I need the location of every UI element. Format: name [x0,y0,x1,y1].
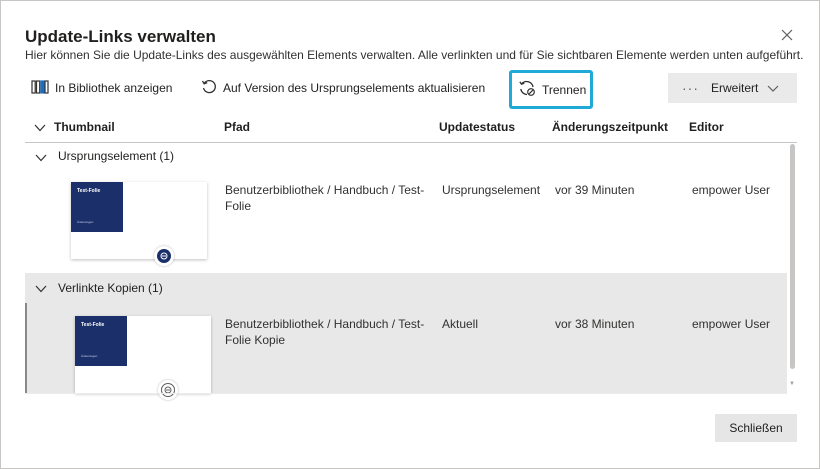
scroll-down-arrow-icon[interactable]: ▼ [789,381,795,387]
refresh-icon [201,79,223,98]
table-row[interactable]: Test-Folie Änderungen Benutzerbibliothek… [25,171,787,271]
link-badge-icon [158,380,178,400]
path-cell: Benutzerbibliothek / Handbuch / Test-Fol… [225,183,425,213]
column-header-editor[interactable]: Editor [689,120,724,134]
unlink-icon [518,79,542,100]
group-label: Verlinkte Kopien (1) [58,281,163,295]
chevron-down-icon [35,152,47,166]
show-in-library-button[interactable]: In Bibliothek anzeigen [31,73,172,103]
status-cell: Aktuell [442,317,479,331]
slide-thumbnail: Test-Folie Änderungen [71,182,207,266]
path-cell: Benutzerbibliothek / Handbuch / Test-Fol… [225,317,425,347]
collapse-all-chevron-icon[interactable] [34,122,46,136]
group-label: Ursprungselement (1) [58,149,175,163]
show-in-library-label: In Bibliothek anzeigen [55,81,173,95]
advanced-label: Erweitert [711,81,759,95]
group-header-linked-copies[interactable]: Verlinkte Kopien (1) [25,273,787,303]
disconnect-button[interactable]: Trennen [509,70,593,109]
more-icon: ··· [682,80,699,96]
slide-title: Test-Folie [81,322,105,328]
group-header-origin[interactable]: Ursprungselement (1) [25,142,787,170]
update-to-origin-button[interactable]: Auf Version des Ursprungselements aktual… [201,73,485,103]
changed-cell: vor 39 Minuten [555,183,635,197]
slide-title: Test-Folie [77,188,101,194]
update-links-dialog: Update-Links verwalten Hier können Sie d… [0,0,820,469]
library-icon [31,79,55,98]
slide-subtitle: Änderungen [81,354,98,358]
editor-cell: empower User [692,317,771,331]
scrollbar-thumb[interactable] [790,144,795,369]
footer-divider [25,393,787,394]
status-cell: Ursprungselement [442,183,541,197]
slide-preview: Test-Folie Änderungen [75,316,127,366]
table-header: Thumbnail Pfad Updatestatus Änderungszei… [25,111,797,143]
close-button[interactable]: Schließen [715,414,797,442]
column-header-changed[interactable]: Änderungszeitpunkt [552,120,668,134]
changed-cell: vor 38 Minuten [555,317,635,331]
chevron-down-icon [35,283,47,297]
dialog-subtitle: Hier können Sie die Update-Links des aus… [25,48,804,62]
disconnect-label: Trennen [542,82,587,97]
column-header-status[interactable]: Updatestatus [439,120,515,134]
column-header-thumbnail[interactable]: Thumbnail [54,120,115,134]
slide-subtitle: Änderungen [77,220,94,224]
column-header-path[interactable]: Pfad [224,120,250,134]
slide-thumbnail: Test-Folie Änderungen [75,316,211,400]
vertical-scrollbar[interactable]: ▼ [788,144,797,393]
table-row-selected[interactable]: Test-Folie Änderungen Benutzerbibliothek… [25,303,787,400]
toolbar: In Bibliothek anzeigen Auf Version des U… [25,70,797,109]
advanced-menu-button[interactable]: ··· Erweitert [668,73,797,103]
close-icon[interactable] [779,27,795,43]
slide-preview: Test-Folie Änderungen [71,182,123,232]
dialog-title: Update-Links verwalten [25,27,216,46]
update-to-origin-label: Auf Version des Ursprungselements aktual… [223,81,486,95]
editor-cell: empower User [692,183,771,197]
chevron-down-icon [767,82,785,97]
link-badge-icon [154,246,174,266]
